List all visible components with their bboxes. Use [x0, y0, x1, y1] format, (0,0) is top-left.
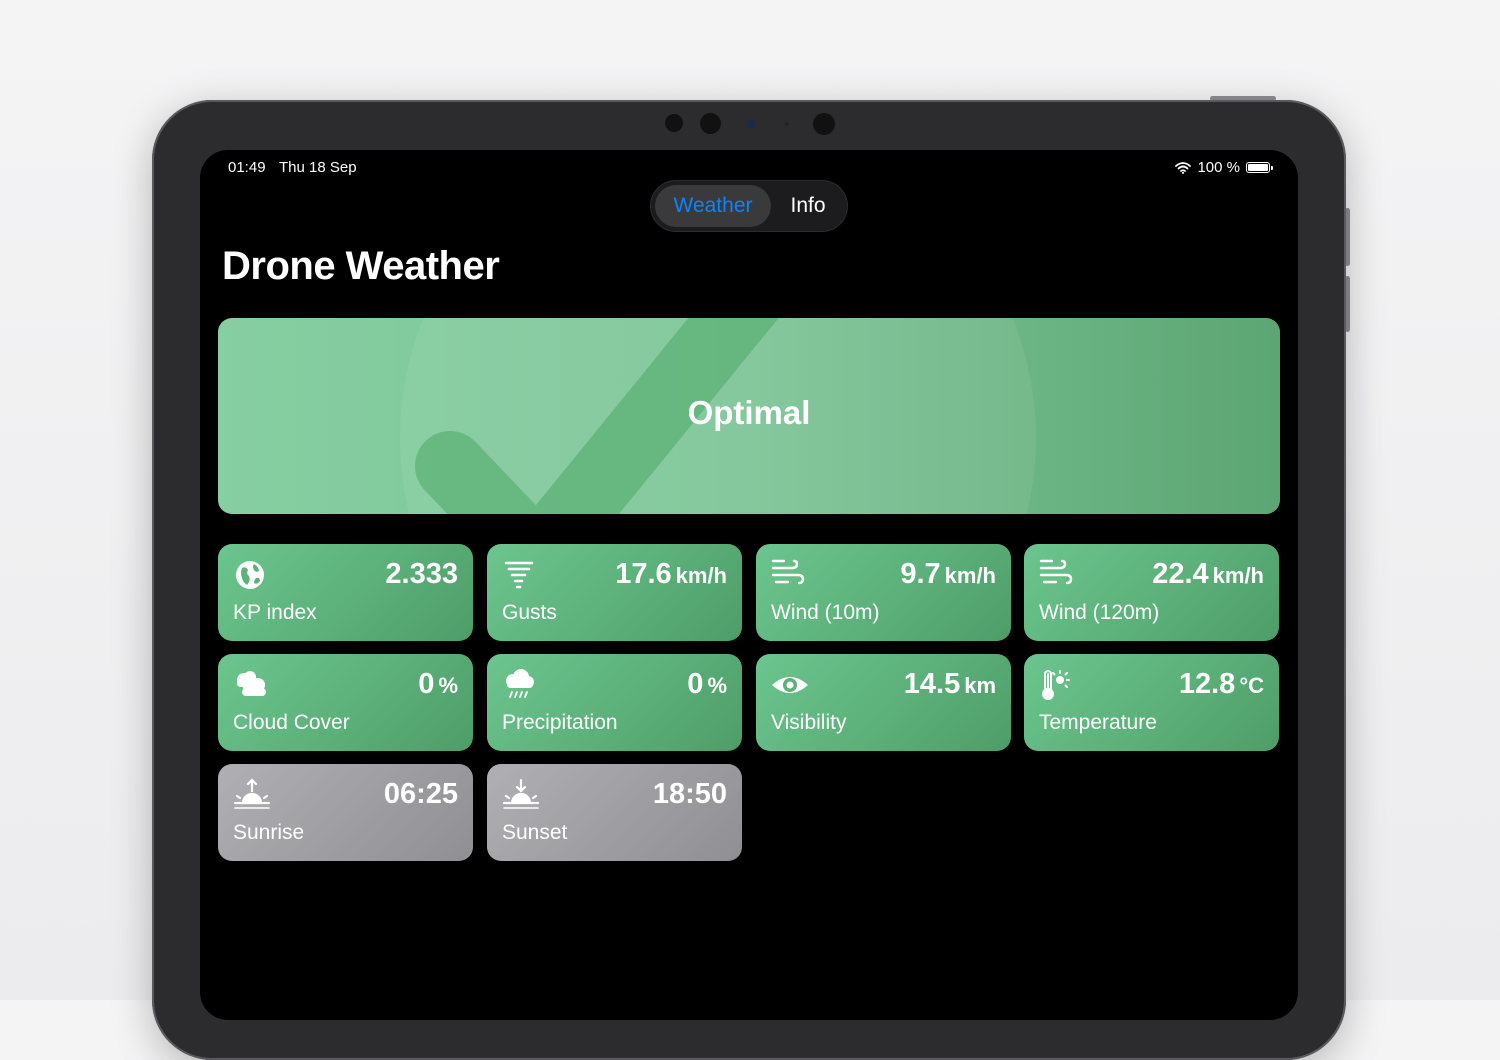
tab-switcher: Weather Info — [650, 180, 848, 232]
sunset-icon — [501, 778, 540, 812]
sensor-dot — [785, 122, 789, 126]
metric-value: 2.333 — [385, 558, 458, 591]
thermometer-sun-icon — [1038, 668, 1074, 702]
metric-label: Wind (10m) — [771, 601, 880, 624]
tab-info[interactable]: Info — [775, 185, 841, 227]
status-label: Optimal — [687, 394, 811, 431]
sunrise-icon — [232, 778, 271, 812]
metric-unit: km/h — [675, 563, 727, 588]
metric-value: 14.5 km — [904, 668, 996, 701]
metric-label: Visibility — [771, 711, 847, 734]
wind-icon — [770, 558, 806, 592]
metric-card-wind-10m[interactable]: 9.7 km/h Wind (10m) — [756, 544, 1011, 641]
sensor-dot — [700, 113, 721, 134]
metric-label: Cloud Cover — [233, 711, 350, 734]
status-time: 01:49 — [228, 159, 266, 176]
wifi-icon — [1175, 161, 1192, 174]
metric-label: Sunrise — [233, 821, 305, 844]
metric-label: Wind (120m) — [1039, 601, 1160, 624]
metric-card-temperature[interactable]: 12.8 °C Temperature — [1024, 654, 1279, 751]
metric-value: 9.7 km/h — [900, 558, 996, 591]
battery-percent: 100 % — [1197, 159, 1240, 176]
sensor-dot — [813, 113, 835, 135]
metric-card-precipitation[interactable]: 0% Precipitation — [487, 654, 742, 751]
tab-weather[interactable]: Weather — [655, 185, 771, 227]
camera-array — [152, 100, 1346, 150]
metric-unit: km — [964, 673, 996, 698]
metric-value: 0% — [418, 668, 458, 701]
metric-unit: % — [438, 673, 458, 698]
metric-unit: % — [707, 673, 727, 698]
metric-number: 22.4 — [1152, 558, 1209, 590]
metric-value: 06:25 — [384, 778, 458, 811]
metric-card-sunrise[interactable]: 06:25 Sunrise — [218, 764, 473, 861]
metric-card-sunset[interactable]: 18:50 Sunset — [487, 764, 742, 861]
metric-value: 17.6 km/h — [615, 558, 727, 591]
metric-number: 12.8 — [1178, 668, 1236, 700]
metric-label: Gusts — [502, 601, 557, 624]
cloud-rain-icon — [501, 668, 537, 702]
sensor-dot — [665, 114, 683, 132]
front-camera — [747, 119, 756, 128]
metric-value: 18:50 — [653, 778, 727, 811]
metric-number: 2.333 — [385, 558, 458, 590]
metric-number: 18:50 — [652, 778, 727, 810]
globe-icon — [232, 558, 268, 592]
status-right: 100 % — [1175, 159, 1273, 176]
metric-label: Temperature — [1039, 711, 1157, 734]
status-banner: Optimal — [218, 318, 1280, 514]
metric-value: 0% — [687, 668, 727, 701]
metric-number: 06:25 — [383, 778, 458, 810]
metric-unit: km/h — [944, 563, 996, 588]
clouds-icon — [232, 668, 268, 702]
tornado-icon — [501, 558, 537, 592]
metric-number: 14.5 — [903, 668, 961, 700]
metric-value: 12.8 °C — [1179, 668, 1264, 701]
page-title: Drone Weather — [222, 244, 500, 288]
metric-label: Sunset — [502, 821, 568, 844]
status-bar: 01:49 Thu 18 Sep 100 % — [228, 159, 1273, 177]
metric-number: 9.7 — [900, 558, 941, 590]
metric-label: Precipitation — [502, 711, 618, 734]
metric-unit: °C — [1239, 673, 1264, 698]
metric-card-gusts[interactable]: 17.6 km/h Gusts — [487, 544, 742, 641]
metric-value: 22.4 km/h — [1152, 558, 1264, 591]
eye-icon — [770, 668, 808, 702]
metric-number: 0 — [418, 668, 435, 700]
app-screen: 01:49 Thu 18 Sep 100 % Weather Info Dron… — [200, 150, 1298, 1020]
metric-number: 0 — [687, 668, 704, 700]
metric-number: 17.6 — [615, 558, 672, 590]
metric-unit: km/h — [1212, 563, 1264, 588]
status-date: Thu 18 Sep — [279, 159, 357, 176]
metric-label: KP index — [233, 601, 317, 624]
wind-icon — [1038, 558, 1074, 592]
metric-card-cloud-cover[interactable]: 0% Cloud Cover — [218, 654, 473, 751]
metric-card-visibility[interactable]: 14.5 km Visibility — [756, 654, 1011, 751]
metric-card-wind-120m[interactable]: 22.4 km/h Wind (120m) — [1024, 544, 1279, 641]
metric-card-kp-index[interactable]: 2.333 KP index — [218, 544, 473, 641]
battery-icon — [1246, 162, 1273, 173]
